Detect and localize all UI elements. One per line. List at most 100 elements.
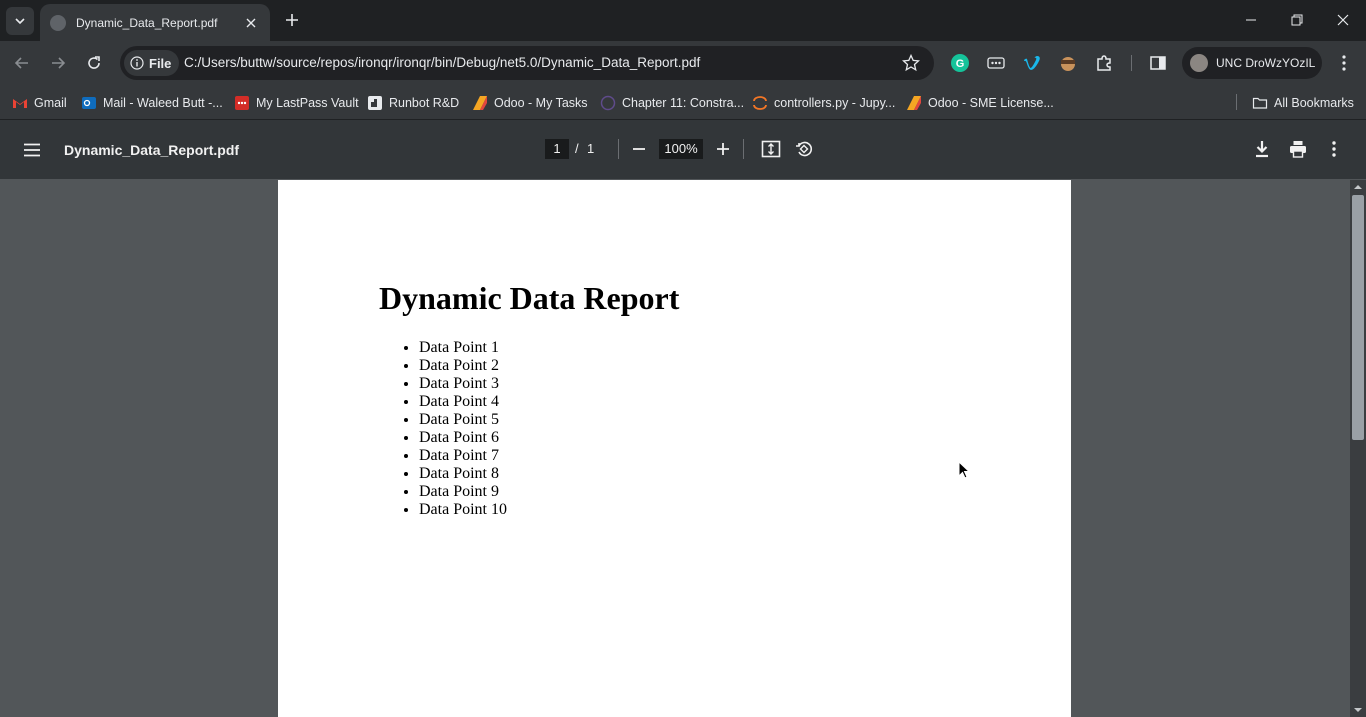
forward-button[interactable] [44, 49, 72, 77]
scrollbar-thumb[interactable] [1352, 195, 1364, 440]
download-icon [1256, 141, 1268, 158]
restore-button[interactable] [1274, 0, 1320, 40]
print-button[interactable] [1285, 136, 1311, 162]
list-item: Data Point 5 [419, 411, 507, 429]
close-window-button[interactable] [1320, 0, 1366, 40]
back-button[interactable] [8, 49, 36, 77]
bookmark-label: controllers.py - Jupy... [774, 96, 896, 110]
svg-text:G: G [956, 58, 965, 70]
vimeo-extension[interactable] [1020, 51, 1044, 75]
minimize-icon [1246, 19, 1256, 21]
side-panel-button[interactable] [1146, 51, 1170, 75]
bookmark-label: My LastPass Vault [256, 96, 359, 110]
globe-icon [50, 14, 66, 31]
zoom-in-button[interactable] [710, 136, 736, 162]
browser-toolbar: File C:/Users/buttw/source/repos/ironqr/… [0, 41, 1366, 85]
kebab-menu-icon [1342, 55, 1346, 71]
odoo-icon [907, 96, 921, 110]
password-extension[interactable] [984, 51, 1008, 75]
gmail-icon [13, 99, 27, 108]
reload-button[interactable] [80, 49, 108, 77]
arrow-right-icon [52, 57, 66, 69]
avatar-extension[interactable] [1056, 51, 1080, 75]
scroll-up-icon[interactable] [1353, 182, 1363, 192]
zoom-out-button[interactable] [626, 136, 652, 162]
restore-icon [1291, 14, 1303, 26]
bookmark-chapter[interactable]: Chapter 11: Constra... [600, 92, 744, 114]
data-point-list: Data Point 1 Data Point 2 Data Point 3 D… [419, 339, 507, 519]
page-number-input[interactable]: 1 [545, 139, 569, 159]
tab-title: Dynamic_Data_Report.pdf [76, 15, 218, 30]
pdf-divider [743, 139, 744, 159]
minus-icon [633, 148, 645, 150]
close-icon [246, 18, 256, 27]
odoo-icon [473, 96, 487, 110]
bookmarks-divider [1236, 94, 1237, 110]
vimeo-icon [1024, 56, 1040, 70]
list-item: Data Point 2 [419, 357, 507, 375]
grammarly-extension[interactable]: G [948, 51, 972, 75]
new-tab-button[interactable] [280, 8, 304, 32]
bookmark-label: Chapter 11: Constra... [622, 96, 745, 110]
jupyter-icon [753, 96, 767, 110]
info-icon [130, 56, 144, 70]
list-item: Data Point 1 [419, 339, 507, 357]
bookmark-odoo-sme[interactable]: Odoo - SME License... [906, 92, 1054, 114]
rotate-icon [796, 141, 812, 157]
tab-search-button[interactable] [6, 7, 34, 35]
bookmarks-bar: Gmail Mail - Waleed Butt -... My LastPas… [0, 85, 1366, 120]
list-item: Data Point 10 [419, 501, 507, 519]
site-info-chip[interactable]: File [124, 50, 180, 76]
print-icon [1290, 141, 1306, 158]
profile-button[interactable]: UNC DroWzYOzIL [1182, 47, 1322, 79]
bookmark-runbot[interactable]: Runbot R&D [367, 92, 459, 114]
runbot-icon [368, 96, 382, 110]
browser-menu-button[interactable] [1332, 51, 1356, 75]
pdf-divider [618, 139, 619, 159]
bookmark-gmail[interactable]: Gmail [12, 92, 67, 114]
page-total: 1 [587, 141, 595, 156]
star-icon[interactable] [902, 54, 920, 72]
scheme-label: File [149, 55, 172, 71]
list-item: Data Point 3 [419, 375, 507, 393]
fit-page-button[interactable] [758, 136, 784, 162]
zoom-input[interactable]: 100% [659, 139, 703, 159]
minimize-button[interactable] [1228, 0, 1274, 40]
list-item: Data Point 4 [419, 393, 507, 411]
mouse-cursor-icon [958, 461, 970, 479]
side-panel-icon [1150, 56, 1166, 70]
tab-close-button[interactable] [242, 14, 260, 32]
pdf-more-button[interactable] [1321, 136, 1347, 162]
plus-icon [717, 143, 729, 155]
pdf-viewer[interactable]: Dynamic Data Report Data Point 1 Data Po… [0, 180, 1366, 717]
all-bookmarks-label: All Bookmarks [1274, 96, 1354, 110]
list-item: Data Point 9 [419, 483, 507, 501]
vertical-scrollbar[interactable] [1350, 180, 1366, 717]
puzzle-icon [1097, 55, 1111, 71]
tab-strip: Dynamic_Data_Report.pdf [0, 0, 1366, 41]
bookmark-outlook[interactable]: Mail - Waleed Butt -... [81, 92, 223, 114]
bookmark-odoo-tasks[interactable]: Odoo - My Tasks [472, 92, 588, 114]
page-separator: / [575, 141, 579, 156]
address-bar[interactable]: File C:/Users/buttw/source/repos/ironqr/… [120, 46, 934, 80]
list-item: Data Point 6 [419, 429, 507, 447]
bookmark-lastpass[interactable]: My LastPass Vault [234, 92, 359, 114]
scroll-down-icon[interactable] [1353, 705, 1363, 715]
download-button[interactable] [1249, 136, 1275, 162]
pdf-page: Dynamic Data Report Data Point 1 Data Po… [278, 180, 1071, 717]
bookmark-label: Odoo - My Tasks [494, 96, 588, 110]
pdf-menu-button[interactable] [18, 136, 46, 164]
bookmark-label: Odoo - SME License... [928, 96, 1054, 110]
lastpass-icon [235, 96, 249, 110]
profile-name: UNC DroWzYOzIL [1216, 56, 1316, 70]
extensions-button[interactable] [1092, 51, 1116, 75]
rotate-button[interactable] [791, 136, 817, 162]
active-tab[interactable]: Dynamic_Data_Report.pdf [40, 4, 270, 41]
all-bookmarks-button[interactable]: All Bookmarks [1252, 92, 1354, 114]
plus-icon [286, 14, 298, 26]
kebab-menu-icon [1332, 141, 1336, 157]
pdf-toolbar: Dynamic_Data_Report.pdf 1 / 1 100% [0, 120, 1366, 179]
bookmark-jupyter[interactable]: controllers.py - Jupy... [752, 92, 895, 114]
bookmark-label: Runbot R&D [389, 96, 460, 110]
url-text[interactable]: C:/Users/buttw/source/repos/ironqr/ironq… [184, 55, 700, 70]
